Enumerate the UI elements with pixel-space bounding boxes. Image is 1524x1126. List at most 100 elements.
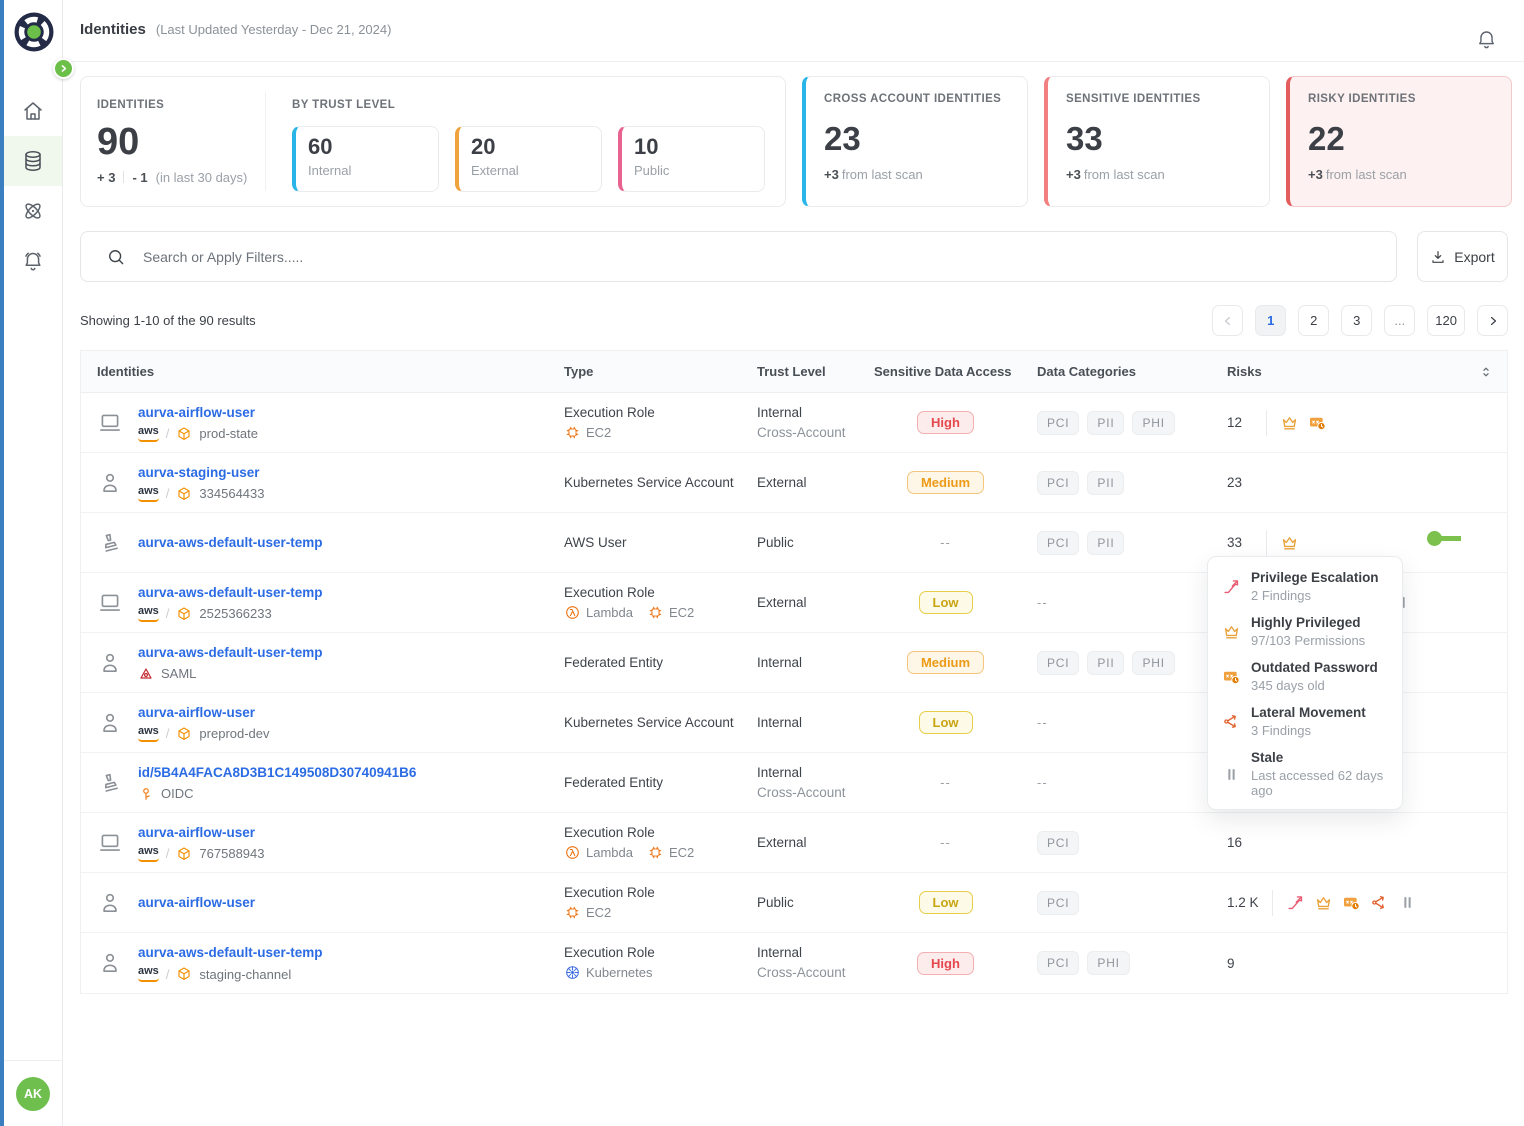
separator: / <box>166 967 170 982</box>
type-cell: Federated Entity <box>564 775 757 790</box>
ec2-icon <box>647 604 664 621</box>
escalation-risk-icon[interactable] <box>1286 893 1305 912</box>
sensitivity-badge: Medium <box>907 651 984 674</box>
sensitive-data-access-cell: Medium <box>874 471 1037 494</box>
type-label: Federated Entity <box>564 655 757 670</box>
saml-icon <box>138 666 154 682</box>
chevron-right-icon <box>1487 315 1499 327</box>
notifications-button[interactable] <box>1475 28 1498 54</box>
table-row[interactable]: aurva-aws-default-user-temp aws / stagin… <box>81 933 1507 993</box>
trust-level-value: Internal <box>757 403 874 423</box>
page-button-3[interactable]: 3 <box>1341 305 1372 336</box>
stamp-icon <box>97 530 123 556</box>
password-icon <box>1222 660 1241 693</box>
sidebar-item-connections[interactable] <box>4 186 62 236</box>
identity-link[interactable]: aurva-airflow-user <box>138 705 255 720</box>
type-tag-lambda: Lambda <box>564 844 633 861</box>
risks-cell: 16 <box>1227 835 1507 850</box>
home-icon <box>21 99 45 123</box>
account-label: preprod-dev <box>199 726 269 741</box>
risk-popup-item: Stale Last accessed 62 days ago <box>1222 750 1388 798</box>
app-logo <box>4 0 62 62</box>
card-label: RISKY IDENTITIES <box>1308 93 1493 105</box>
protocol-label: SAML <box>161 666 196 681</box>
trust-card-internal: 60 Internal <box>292 126 439 192</box>
trust-level-value: Cross-Account <box>757 423 874 443</box>
empty-value: -- <box>940 835 951 850</box>
card-note: +3from last scan <box>824 167 1009 182</box>
user-icon <box>97 650 123 676</box>
crown-risk-icon[interactable] <box>1280 413 1299 432</box>
last-updated-label: (Last Updated Yesterday - Dec 21, 2024) <box>156 22 392 37</box>
risk-popup-item: Highly Privileged 97/103 Permissions <box>1222 615 1388 648</box>
sidebar-item-alerts[interactable] <box>4 236 62 286</box>
prev-page-button[interactable] <box>1212 305 1243 336</box>
identity-subline: SAML <box>138 666 323 682</box>
identity-link[interactable]: aurva-airflow-user <box>138 825 255 840</box>
export-button[interactable]: Export <box>1417 231 1508 282</box>
type-cell: AWS User <box>564 535 757 550</box>
export-label: Export <box>1454 249 1494 265</box>
data-categories-cell: PCIPII <box>1037 531 1227 555</box>
data-category-chip: PII <box>1087 531 1124 555</box>
crown-risk-icon[interactable] <box>1280 533 1299 552</box>
account-label: 334564433 <box>199 486 264 501</box>
laptop-icon <box>97 410 123 436</box>
sensitivity-badge: Low <box>919 591 973 614</box>
user-avatar[interactable]: AK <box>16 1077 50 1111</box>
identity-cell: aurva-aws-default-user-temp SAML <box>81 644 564 682</box>
sidebar-expand-button[interactable] <box>53 58 74 79</box>
bell-icon <box>1475 28 1498 51</box>
next-page-button[interactable] <box>1477 305 1508 336</box>
results-summary: Showing 1-10 of the 90 results <box>80 313 256 328</box>
stale-risk-icon[interactable] <box>1398 893 1417 912</box>
risk-title: Stale <box>1251 750 1388 765</box>
alarm-icon <box>21 249 45 273</box>
identity-link[interactable]: aurva-aws-default-user-temp <box>138 945 323 960</box>
type-cell: Kubernetes Service Account <box>564 715 757 730</box>
identity-link[interactable]: aurva-aws-default-user-temp <box>138 645 323 660</box>
identity-cell: aurva-airflow-user aws / 767588943 <box>81 824 564 862</box>
data-category-chip: PCI <box>1037 951 1079 975</box>
cross-account-identities-card: CROSS ACCOUNT IDENTITIES 23 +3from last … <box>802 76 1028 207</box>
risk-count: 9 <box>1227 956 1253 971</box>
identity-link[interactable]: aurva-airflow-user <box>138 895 255 910</box>
page-button-120[interactable]: 120 <box>1427 305 1465 336</box>
identity-cell: aurva-staging-user aws / 334564433 <box>81 464 564 502</box>
type-tags: LambdaEC2 <box>564 844 757 861</box>
identity-link[interactable]: aurva-staging-user <box>138 465 260 480</box>
trust-external-value: 20 <box>471 134 589 160</box>
type-cell: Execution Role EC2 <box>564 885 757 921</box>
identities-label: IDENTITIES <box>97 99 255 111</box>
identity-link[interactable]: id/5B4A4FACA8D3B1C149508D30740941B6 <box>138 765 416 780</box>
table-row[interactable]: aurva-airflow-user aws / prod-state Exec… <box>81 393 1507 453</box>
type-label: AWS User <box>564 535 757 550</box>
trust-level-label: BY TRUST LEVEL <box>292 99 765 111</box>
search-input[interactable] <box>143 249 1380 265</box>
page-ellipsis[interactable]: ... <box>1384 305 1415 336</box>
page-button-1[interactable]: 1 <box>1255 305 1286 336</box>
identities-count-section: IDENTITIES 90 + 3 - 1 (in last 30 days) <box>97 90 255 193</box>
type-tags: EC2 <box>564 424 757 441</box>
table-row[interactable]: aurva-airflow-user aws / 767588943 Execu… <box>81 813 1507 873</box>
risk-count: 33 <box>1227 535 1253 550</box>
password-risk-icon[interactable] <box>1342 893 1361 912</box>
identity-link[interactable]: aurva-airflow-user <box>138 405 255 420</box>
identity-subline: aws / prod-state <box>138 426 258 442</box>
type-label: Execution Role <box>564 885 757 900</box>
table-row[interactable]: aurva-airflow-user Execution Role EC2 Pu… <box>81 873 1507 933</box>
identity-link[interactable]: aurva-aws-default-user-temp <box>138 535 323 550</box>
password-risk-icon[interactable] <box>1308 413 1327 432</box>
sort-button[interactable] <box>1479 365 1493 379</box>
trust-level-value: Internal <box>757 713 874 733</box>
identity-link[interactable]: aurva-aws-default-user-temp <box>138 585 323 600</box>
crown-risk-icon[interactable] <box>1314 893 1333 912</box>
page-button-2[interactable]: 2 <box>1298 305 1329 336</box>
sidebar-item-home[interactable] <box>4 86 62 136</box>
sidebar-item-data-inventory[interactable] <box>4 136 62 186</box>
aws-logo-icon: aws <box>138 966 159 982</box>
window-edge-strip <box>0 0 4 1126</box>
lateral-risk-icon[interactable] <box>1370 893 1389 912</box>
identity-subline: aws / 2525366233 <box>138 606 323 622</box>
table-row[interactable]: aurva-staging-user aws / 334564433 Kuber… <box>81 453 1507 513</box>
